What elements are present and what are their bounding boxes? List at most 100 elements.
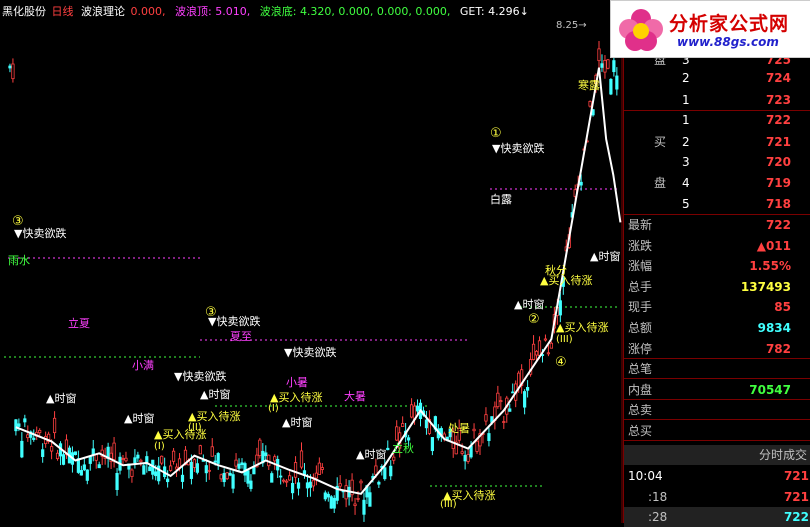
quote-label: 总笔 xyxy=(628,362,653,377)
candle-body xyxy=(332,497,336,509)
time-window-signal: ▲时窗 xyxy=(356,447,386,461)
candle-body xyxy=(356,498,360,500)
tick-time: :18 xyxy=(648,490,668,504)
candle-body xyxy=(219,474,223,480)
tick-row: :28 722 xyxy=(624,507,810,527)
candle-body xyxy=(142,465,146,475)
quote-label: 内盘 xyxy=(628,382,653,397)
candle-body xyxy=(279,475,283,478)
solar-term-label: 寒露 xyxy=(578,78,600,92)
time-window-signal: ▲时窗 xyxy=(46,391,76,405)
candle-body xyxy=(362,499,366,515)
wave-label-1: ① xyxy=(490,126,502,141)
time-window-signal: ▲时窗 xyxy=(124,411,154,425)
candle-body xyxy=(549,342,554,349)
candle-body xyxy=(23,418,27,423)
quote-row-10: 总买 xyxy=(624,421,810,441)
candle-body xyxy=(368,492,372,507)
candle-body xyxy=(374,465,378,475)
candle-body xyxy=(329,496,333,509)
candle-body xyxy=(249,480,253,489)
candle-body xyxy=(389,465,393,477)
sell-row-1[interactable]: 1 723 xyxy=(624,90,810,110)
buy-row-4[interactable]: 盘 4 719 xyxy=(624,173,810,193)
candle-body xyxy=(406,437,411,441)
candle-body xyxy=(38,429,42,434)
quote-label: 涨停 xyxy=(628,341,653,356)
buy-level: 4 xyxy=(682,176,690,190)
solar-term-label: 夏至 xyxy=(230,330,252,343)
sell-row-2[interactable]: 2 724 xyxy=(624,68,810,88)
sell-price: 723 xyxy=(765,93,791,107)
tick-trades-tab[interactable]: 分时成交 xyxy=(624,445,810,465)
candle-body xyxy=(231,474,235,489)
candle-body xyxy=(534,350,539,356)
kline-chart[interactable]: ▼快卖欲跌 ③ 雨水 立夏 小满 ▲时窗 ▲时窗 ▲买入待涨 (I) ▲买入待涨 (II) ③ ▼快卖欲… xyxy=(0,0,623,523)
wave-label-2: ② xyxy=(528,312,540,327)
candle-body xyxy=(17,423,21,427)
quote-row-0: 最新 722 xyxy=(624,215,810,235)
candle-body xyxy=(204,465,208,474)
tick-price: 721 xyxy=(783,469,809,483)
tick-row: :18 721 xyxy=(624,487,810,507)
logo-url: www.88gs.com xyxy=(677,35,779,49)
buy-row-1[interactable]: 1 722 xyxy=(624,110,810,130)
wave-sub-label: (I) xyxy=(268,403,279,414)
buy-row-3[interactable]: 3 720 xyxy=(624,152,810,172)
candle-body xyxy=(160,455,164,464)
candle-body xyxy=(171,450,176,462)
candle-body xyxy=(615,75,619,90)
candle-body xyxy=(296,482,301,489)
candle-body xyxy=(401,423,405,428)
quote-row-6: 涨停 782 xyxy=(624,339,810,359)
candle-body xyxy=(579,181,583,186)
solar-term-label: 立秋 xyxy=(392,441,414,455)
candle-body xyxy=(531,343,536,360)
indicator-value-0: 0.000, xyxy=(130,5,166,18)
buy-row-5[interactable]: 5 718 xyxy=(624,194,810,214)
candle-body xyxy=(26,434,30,439)
indicator-name[interactable]: 波浪理论 xyxy=(81,5,125,18)
candle-body xyxy=(415,405,420,412)
quote-row-5: 总额 9834 xyxy=(624,318,810,338)
tick-row: 10:04 721 xyxy=(624,466,810,486)
candle-body xyxy=(192,459,196,468)
wave-sub-label: (III) xyxy=(556,334,573,345)
candle-body xyxy=(246,470,250,484)
quote-row-1: 涨跌 ▲011 xyxy=(624,236,810,256)
candle-body xyxy=(597,48,601,62)
candle-body xyxy=(466,454,470,462)
candle-body xyxy=(139,459,143,463)
candle-body xyxy=(606,59,610,69)
period-label[interactable]: 日线 xyxy=(52,5,74,18)
indicator-header: 黑化股份 日线 波浪理论 0.000, 波浪顶: 5.010, 波浪底: 4.3… xyxy=(2,3,535,19)
candle-body xyxy=(526,387,530,391)
candle-body xyxy=(174,466,179,470)
stock-name[interactable]: 黑化股份 xyxy=(2,5,46,18)
quote-value: 70547 xyxy=(749,382,791,397)
quote-label: 总卖 xyxy=(628,403,653,418)
candle-body xyxy=(523,391,527,408)
solar-term-label: 秋分 xyxy=(545,263,567,277)
candle-body xyxy=(130,469,134,477)
sell-level: 2 xyxy=(682,71,690,85)
candle-body xyxy=(463,454,467,462)
solar-term-label: 小暑 xyxy=(286,376,308,389)
candle-body xyxy=(383,467,387,480)
candle-body xyxy=(79,470,83,476)
candle-body xyxy=(612,60,616,73)
candle-body xyxy=(600,63,604,68)
buy-price: 720 xyxy=(765,155,791,169)
quote-value: 9834 xyxy=(757,321,791,335)
candle-body xyxy=(293,462,298,478)
candle-body xyxy=(273,456,277,462)
quote-value: ▲011 xyxy=(756,238,791,253)
candle-body xyxy=(154,471,158,477)
candle-body xyxy=(323,492,327,500)
buy-row-2[interactable]: 买 2 721 xyxy=(624,132,810,152)
candle-body xyxy=(91,448,95,455)
candle-body xyxy=(210,446,214,457)
candle-body xyxy=(270,473,274,483)
solar-term-label: 白露 xyxy=(490,192,512,206)
candle-body xyxy=(475,440,479,452)
